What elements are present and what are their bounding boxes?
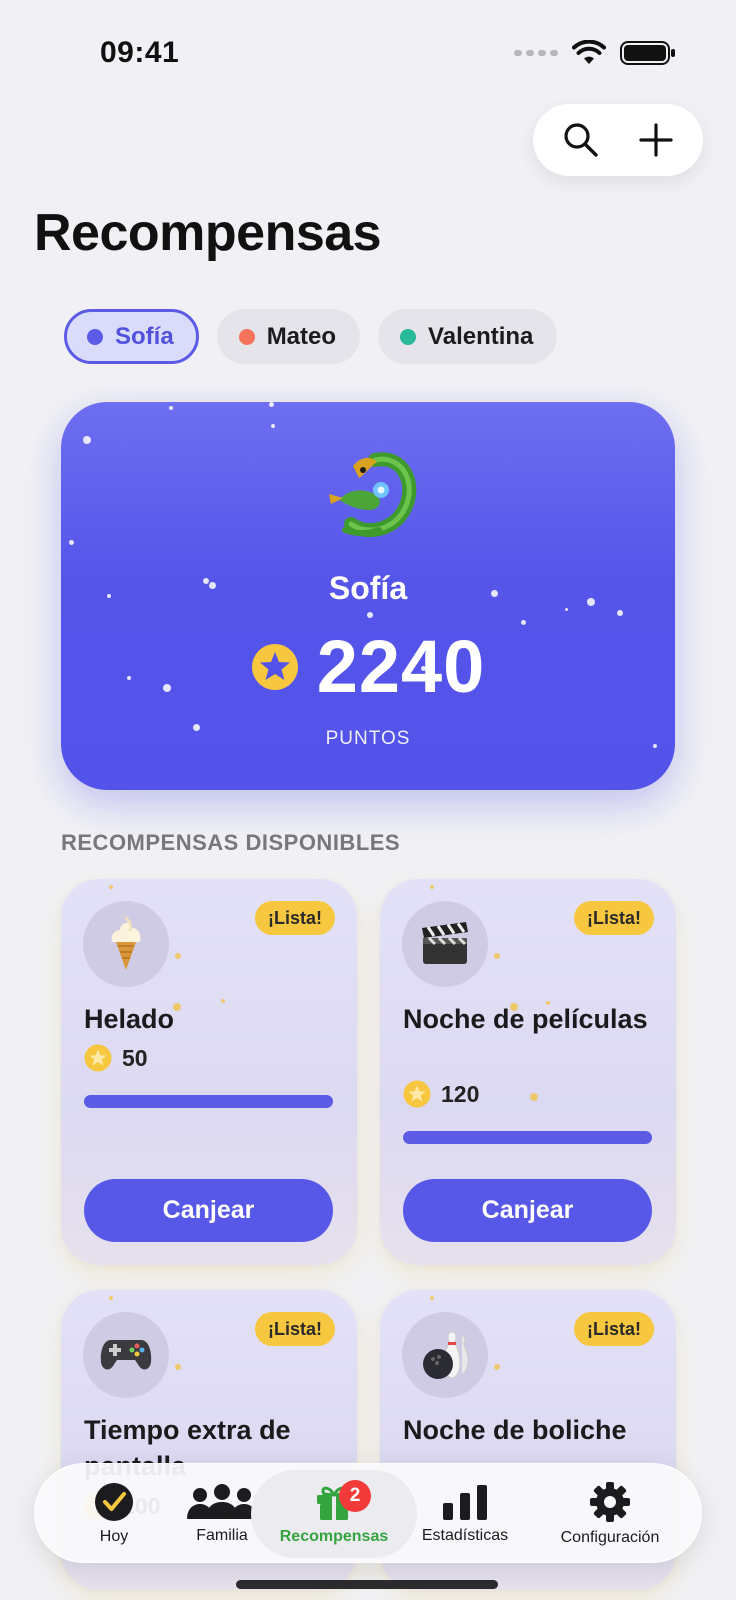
tab-estadisticas[interactable]: Estadísticas <box>409 1464 521 1564</box>
search-button[interactable] <box>551 110 611 170</box>
sparkle <box>367 612 373 618</box>
child-chip-label: Valentina <box>428 322 534 350</box>
bowling-icon <box>423 1331 469 1379</box>
points-label: PUNTOS <box>325 728 411 749</box>
tab-hoy[interactable]: Hoy <box>59 1464 169 1564</box>
child-selector: Sofía Mateo Valentina <box>64 309 558 364</box>
reward-icon <box>402 1312 488 1398</box>
reward-icon <box>402 901 488 987</box>
reward-icon <box>83 901 169 987</box>
sparkle <box>565 608 568 611</box>
reward-cost-value: 120 <box>441 1080 480 1107</box>
status-icons <box>514 40 675 66</box>
star-coin-icon <box>403 1080 431 1108</box>
decor-dot <box>109 1296 113 1300</box>
ready-badge: ¡Lista! <box>574 901 654 935</box>
points-card: Sofía 2240 PUNTOS <box>61 402 675 790</box>
child-chip-label: Mateo <box>266 322 337 350</box>
reward-cost: 120 <box>403 1080 479 1108</box>
decor-dot <box>109 885 113 889</box>
decor-dot <box>430 885 434 889</box>
tab-label: Estadísticas <box>421 1527 509 1544</box>
wifi-icon <box>572 40 606 64</box>
checkmark-circle-icon <box>95 1483 133 1521</box>
points-total: 2240 <box>61 624 675 709</box>
dragon-avatar-icon <box>329 452 417 538</box>
tab-configuracion[interactable]: Configuración <box>535 1464 685 1564</box>
tab-label: Recompensas <box>279 1528 389 1545</box>
decor-dot <box>530 1093 538 1101</box>
reward-icon <box>83 1312 169 1398</box>
decor-dot <box>494 953 500 959</box>
tab-bar: Hoy Familia Recompensas 2 Estadísticas C… <box>34 1463 702 1563</box>
redeem-button[interactable]: Canjear <box>403 1179 652 1242</box>
star-coin-icon <box>251 643 298 690</box>
status-time: 09:41 <box>100 36 180 69</box>
reward-cost-value: 50 <box>122 1044 148 1071</box>
tab-recompensas[interactable]: Recompensas 2 <box>251 1470 417 1558</box>
reward-card: ¡Lista! Helado 50 Canjear <box>61 879 357 1265</box>
decor-dot <box>430 1296 434 1300</box>
reward-card: ¡Lista! Noche de películas 120 Canjear <box>380 879 676 1265</box>
battery-icon <box>620 41 675 65</box>
child-color-dot <box>238 328 255 345</box>
family-icon <box>187 1484 257 1519</box>
child-color-dot <box>87 328 103 345</box>
child-chip-mateo[interactable]: Mateo <box>216 309 361 364</box>
top-actions-pill <box>533 104 703 176</box>
section-label: RECOMPENSAS DISPONIBLES <box>61 830 401 855</box>
redeem-button[interactable]: Canjear <box>84 1179 333 1242</box>
bar-chart-icon <box>443 1485 487 1520</box>
decor-dot <box>175 1364 181 1370</box>
sparkle <box>69 540 74 545</box>
ready-badge: ¡Lista! <box>574 1312 654 1346</box>
sparkle <box>83 436 91 444</box>
decor-dot <box>494 1364 500 1370</box>
sparkle <box>271 424 275 428</box>
ready-badge: ¡Lista! <box>255 901 335 935</box>
status-bar: 09:41 <box>0 0 736 100</box>
search-icon <box>563 123 598 157</box>
child-chip-sofia[interactable]: Sofía <box>64 309 199 364</box>
cellular-signal-icon <box>514 50 558 56</box>
video-game-icon <box>100 1340 152 1370</box>
sparkle <box>269 402 274 407</box>
reward-title: Noche de películas <box>403 1004 648 1034</box>
plus-icon <box>638 123 673 157</box>
tab-label: Hoy <box>99 1528 129 1545</box>
clapper-board-icon <box>422 922 468 964</box>
decor-dot <box>175 953 181 959</box>
ready-badge: ¡Lista! <box>255 1312 335 1346</box>
notification-badge: 2 <box>339 1480 371 1512</box>
home-indicator <box>236 1580 498 1589</box>
reward-progress-bar <box>84 1095 333 1108</box>
child-chip-label: Sofía <box>115 322 174 350</box>
gear-icon <box>590 1482 630 1522</box>
child-chip-valentina[interactable]: Valentina <box>378 309 558 364</box>
hero-child-name: Sofía <box>328 570 408 606</box>
reward-progress-bar <box>403 1131 652 1144</box>
points-value: 2240 <box>316 625 486 708</box>
add-button[interactable] <box>626 110 686 170</box>
sparkle <box>169 406 173 410</box>
reward-title: Noche de boliche <box>403 1415 627 1445</box>
sparkle <box>617 610 623 616</box>
ice-cream-icon <box>111 916 141 970</box>
child-color-dot <box>400 328 417 345</box>
page-title: Recompensas <box>34 204 382 262</box>
star-coin-icon <box>84 1044 112 1072</box>
reward-cost: 50 <box>84 1044 148 1072</box>
tab-label: Configuración <box>560 1529 660 1546</box>
reward-title: Helado <box>84 1004 175 1034</box>
tab-label: Familia <box>196 1527 248 1544</box>
